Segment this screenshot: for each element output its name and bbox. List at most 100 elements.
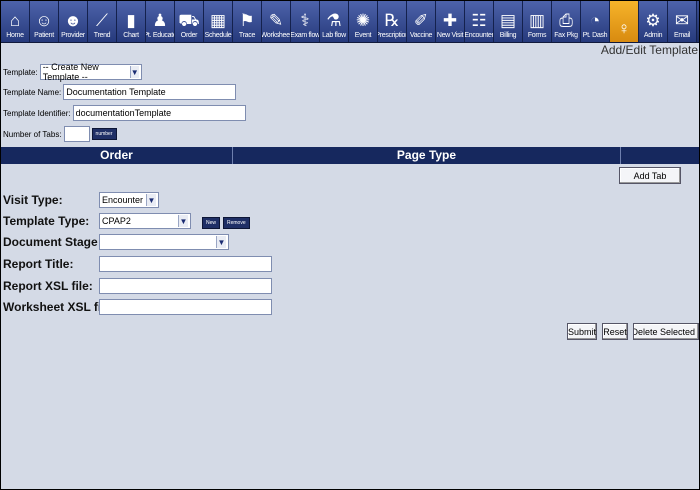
- admin-gear-icon: ⚙: [645, 10, 661, 30]
- tabs-table-header: Order Page Type: [1, 147, 699, 164]
- page-title: Add/Edit Template: [600, 43, 698, 57]
- fax-icon: ⎙: [559, 10, 573, 30]
- toolbar-button-patient[interactable]: ☺ Patient: [30, 1, 59, 42]
- toolbar-button-encounter[interactable]: ☷ Encounter: [465, 1, 494, 42]
- patient-icon: ☺: [35, 10, 53, 30]
- toolbar-button-admin[interactable]: ⚙ Admin: [639, 1, 668, 42]
- toolbar-button-label: Prescription: [378, 32, 406, 39]
- toolbar-button-label: Provider: [61, 32, 85, 39]
- provider-icon: ☻: [64, 10, 82, 30]
- billing-icon: ▤: [499, 10, 517, 30]
- template-name-input[interactable]: Documentation Template: [63, 84, 237, 100]
- toolbar-button-label: Lab flow: [322, 32, 346, 39]
- template-select[interactable]: -- Create New Template -- ▼: [39, 62, 142, 82]
- toolbar-button-order[interactable]: ⛟ Order: [175, 1, 204, 42]
- report-xsl-input[interactable]: [99, 278, 272, 294]
- toolbar-button-lab-flow[interactable]: ⚗ Lab flow: [320, 1, 349, 42]
- template-name-row: Template Name: Documentation Template: [3, 84, 237, 100]
- toolbar-button-label: Encounter: [465, 32, 494, 39]
- template-type-select[interactable]: CPAP2 ▼: [99, 213, 191, 229]
- home-icon: ⌂: [9, 10, 21, 30]
- toolbar-button-label: Email: [673, 32, 690, 39]
- tabs-number-button[interactable]: number: [91, 128, 117, 140]
- toolbar-button-label: New Visit: [436, 32, 464, 39]
- toolbar-button-chart[interactable]: ▮ Chart: [117, 1, 146, 42]
- body-figure-icon: ♀: [617, 18, 631, 38]
- chevron-down-icon: ▼: [216, 236, 226, 248]
- submit-button[interactable]: Submit: [567, 323, 597, 340]
- toolbar-button-exam-flow[interactable]: ⚕ Exam flow: [291, 1, 320, 42]
- new-template-type-button[interactable]: New: [202, 217, 221, 229]
- toolbar-button-fax-pkg[interactable]: ⎙ Fax Pkg: [552, 1, 581, 42]
- toolbar-button-pt-dash[interactable]: ◔ Pt. Dash: [581, 1, 610, 42]
- template-identifier-label: Template Identifier:: [3, 108, 71, 118]
- column-page-type: Page Type: [233, 147, 621, 164]
- toolbar-button-label: Patient: [34, 32, 54, 39]
- order-icon: ⛟: [178, 10, 200, 30]
- toolbar-button-home[interactable]: ⌂ Home: [1, 1, 30, 42]
- toolbar-button-body-figure[interactable]: ♀: [610, 1, 639, 42]
- chevron-down-icon: ▼: [129, 66, 139, 78]
- report-title-input[interactable]: [99, 256, 272, 272]
- template-identifier-input[interactable]: documentationTemplate: [72, 105, 246, 121]
- document-stage-label: Document Stage: [3, 235, 98, 249]
- toolbar-button-label: Fax Pkg: [554, 32, 578, 39]
- visit-type-label: Visit Type:: [3, 193, 63, 207]
- toolbar-button-trend[interactable]: ⟋ Trend: [88, 1, 117, 42]
- toolbar-button-label: Chart: [123, 32, 139, 39]
- lab-flow-icon: ⚗: [326, 10, 342, 30]
- toolbar-button-new-visit[interactable]: ✚ New Visit: [436, 1, 465, 42]
- toolbar-button-label: Event: [354, 32, 372, 39]
- toolbar-button-label: Worksheet: [262, 32, 291, 39]
- toolbar-button-event[interactable]: ✺ Event: [349, 1, 378, 42]
- toolbar-button-provider[interactable]: ☻ Provider: [59, 1, 88, 42]
- forms-icon: ▥: [528, 10, 546, 30]
- chevron-down-icon: ▼: [178, 215, 188, 227]
- remove-template-type-button[interactable]: Remove: [223, 217, 250, 229]
- toolbar-button-email[interactable]: ✉ Email: [668, 1, 697, 42]
- toolbar-button-label: Home: [6, 32, 24, 39]
- visit-type-select[interactable]: Encounter ▼: [99, 192, 159, 208]
- schedule-icon: ▦: [209, 10, 227, 30]
- trace-icon: ⚑: [239, 10, 255, 30]
- toolbar-button-label: Schedule: [204, 32, 232, 39]
- toolbar-button-pt-educate[interactable]: ♟ Pt. Educate: [146, 1, 175, 42]
- toolbar-button-vaccine[interactable]: ✐ Vaccine: [407, 1, 436, 42]
- toolbar-button-label: Pt. Dash: [582, 32, 608, 39]
- template-identifier-row: Template Identifier: documentationTempla…: [3, 105, 246, 121]
- column-order: Order: [1, 147, 233, 164]
- template-type-label: Template Type:: [3, 214, 90, 228]
- toolbar-button-prescription[interactable]: ℞ Prescription: [378, 1, 407, 42]
- worksheet-icon: ✎: [268, 10, 284, 30]
- toolbar-button-worksheet[interactable]: ✎ Worksheet: [262, 1, 291, 42]
- toolbar-button-label: Exam flow: [291, 32, 320, 39]
- delete-selected-button[interactable]: Delete Selected: [633, 323, 699, 340]
- report-xsl-label: Report XSL file:: [3, 279, 93, 293]
- toolbar-button-trace[interactable]: ⚑ Trace: [233, 1, 262, 42]
- toolbar-button-forms[interactable]: ▥ Forms: [523, 1, 552, 42]
- report-title-label: Report Title:: [3, 257, 74, 271]
- event-icon: ✺: [355, 10, 371, 30]
- toolbar-button-label: Vaccine: [409, 32, 433, 39]
- email-icon: ✉: [674, 10, 690, 30]
- toolbar-button-schedule[interactable]: ▦ Schedule: [204, 1, 233, 42]
- visit-type-value: Encounter: [102, 195, 144, 205]
- toolbar-button-billing[interactable]: ▤ Billing: [494, 1, 523, 42]
- tabs-count-row: Number of Tabs: number: [3, 126, 117, 142]
- educate-icon: ♟: [152, 10, 168, 30]
- document-stage-select[interactable]: ▼: [99, 234, 229, 250]
- add-tab-button[interactable]: Add Tab: [619, 167, 681, 184]
- template-type-value: CPAP2: [102, 216, 131, 226]
- toolbar-button-label: Billing: [499, 32, 517, 39]
- toolbar-button-label: Trend: [93, 32, 111, 39]
- tabs-count-input[interactable]: [63, 126, 90, 142]
- tabs-count-label: Number of Tabs:: [3, 129, 62, 139]
- worksheet-xsl-input[interactable]: [99, 299, 272, 315]
- vaccine-icon: ✐: [413, 10, 429, 30]
- toolbar-button-label: Trace: [238, 32, 256, 39]
- encounter-icon: ☷: [471, 10, 487, 30]
- trend-icon: ⟋: [96, 10, 108, 30]
- toolbar-button-label: Admin: [643, 32, 663, 39]
- reset-button[interactable]: Reset: [602, 323, 628, 340]
- template-name-label: Template Name:: [3, 87, 62, 97]
